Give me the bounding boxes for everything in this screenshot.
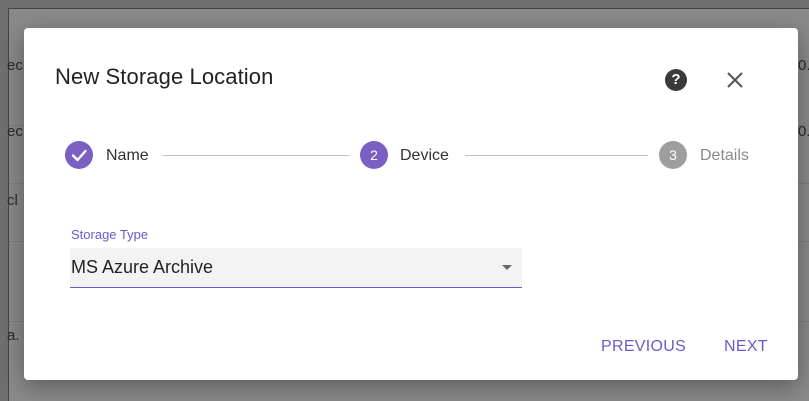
check-icon — [71, 149, 87, 162]
step-connector — [465, 155, 648, 156]
storage-type-label: Storage Type — [71, 227, 149, 242]
previous-button[interactable]: PREVIOUS — [601, 338, 686, 356]
step-1-label: Name — [106, 147, 149, 164]
step-3-circle: 3 — [659, 141, 687, 169]
chevron-down-icon — [502, 265, 512, 270]
help-icon[interactable]: ? — [665, 69, 687, 91]
storage-type-value: MS Azure Archive — [71, 257, 214, 277]
step-1-check-icon — [65, 141, 93, 169]
step-3-label: Details — [700, 147, 749, 164]
new-storage-location-dialog: New Storage Location ? Name 2 Device 3 D… — [24, 28, 798, 380]
stepper: Name 2 Device 3 Details — [65, 141, 765, 169]
step-connector — [163, 155, 349, 156]
close-icon-glyph — [727, 72, 743, 88]
storage-type-select[interactable]: MS Azure Archive — [70, 248, 522, 288]
step-2-circle: 2 — [360, 141, 388, 169]
step-2-label: Device — [400, 147, 449, 164]
dialog-title: New Storage Location — [55, 64, 274, 89]
next-button[interactable]: NEXT — [724, 338, 768, 356]
background-row-left-text: a. — [7, 327, 20, 344]
close-icon[interactable] — [723, 68, 747, 92]
